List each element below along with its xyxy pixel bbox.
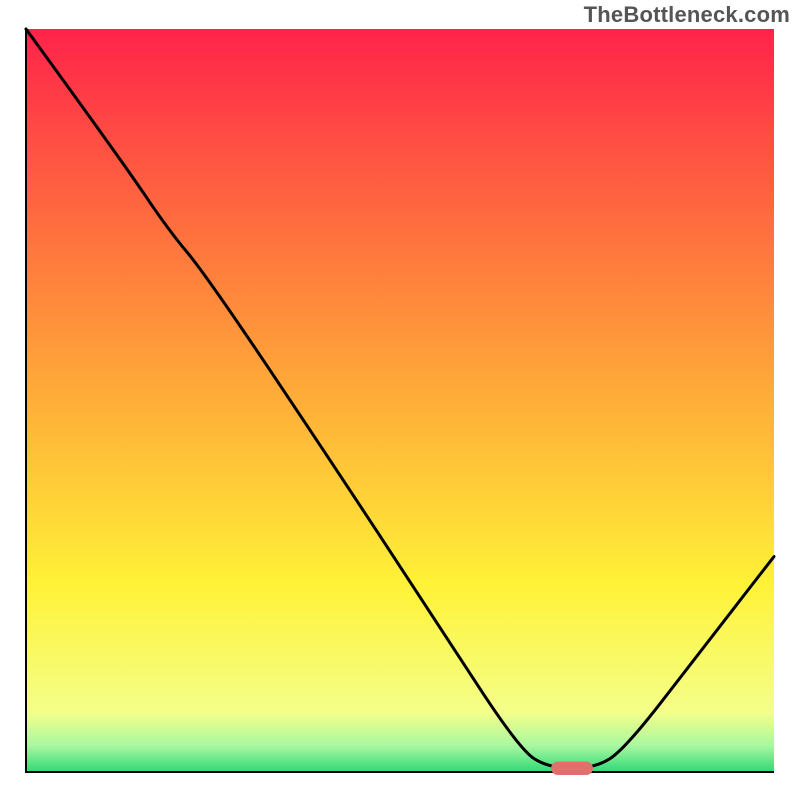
- chart-frame: TheBottleneck.com: [0, 0, 800, 800]
- plot-area: [26, 29, 774, 772]
- optimum-marker: [551, 762, 593, 775]
- bottleneck-chart: [0, 0, 800, 800]
